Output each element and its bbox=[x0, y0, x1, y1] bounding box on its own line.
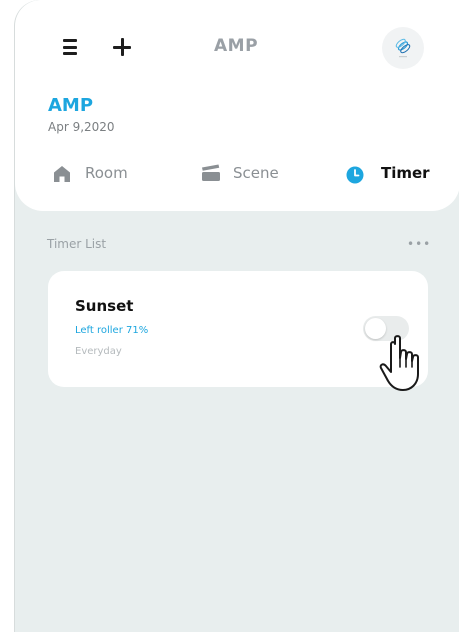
scene-clapper-icon bbox=[202, 164, 220, 181]
more-dots-icon[interactable]: ••• bbox=[407, 237, 431, 251]
header-card: AMP AMP Apr 9,2020 Room Scene Timer bbox=[15, 0, 459, 211]
timer-card[interactable]: Sunset Left roller 71% Everyday bbox=[48, 271, 428, 387]
home-date: Apr 9,2020 bbox=[48, 120, 115, 134]
tab-timer-label: Timer bbox=[381, 164, 430, 182]
page-title: AMP bbox=[214, 36, 259, 56]
house-icon bbox=[54, 166, 70, 182]
timer-action: Left roller 71% bbox=[75, 325, 149, 336]
home-name: AMP bbox=[48, 95, 94, 116]
hamburger-menu-icon[interactable] bbox=[63, 39, 77, 55]
timer-repeat: Everyday bbox=[75, 346, 122, 357]
tab-scene-label: Scene bbox=[233, 164, 279, 182]
device-avatar-icon[interactable] bbox=[382, 27, 424, 69]
timer-list-title: Timer List bbox=[47, 237, 107, 251]
plus-icon[interactable] bbox=[113, 38, 131, 56]
clock-icon bbox=[346, 166, 364, 184]
hand-pointer-icon bbox=[379, 335, 419, 391]
tab-room-label: Room bbox=[85, 164, 128, 182]
app-screen: AMP AMP Apr 9,2020 Room Scene Timer Time… bbox=[14, 0, 459, 632]
timer-name: Sunset bbox=[75, 297, 134, 315]
